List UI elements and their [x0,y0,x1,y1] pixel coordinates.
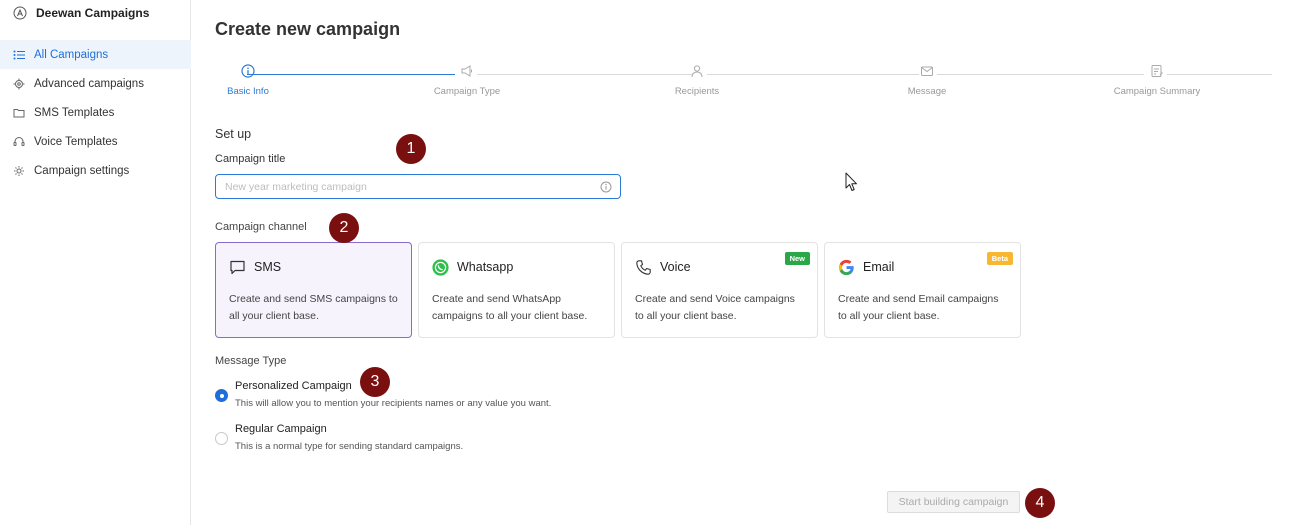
message-type-label: Message Type [215,355,287,367]
radio-description: This will allow you to mention your reci… [235,398,552,409]
campaign-channel-label: Campaign channel [215,221,307,233]
channel-card-voice[interactable]: Voice Create and send Voice campaigns to… [621,242,818,338]
channel-description: Create and send WhatsApp campaigns to al… [432,293,588,322]
folder-icon [13,108,25,117]
setup-heading: Set up [215,127,252,141]
campaign-title-label: Campaign title [215,153,286,165]
brand[interactable]: Deewan Campaigns [13,6,149,20]
channel-card-sms[interactable]: SMS Create and send SMS campaigns to all… [215,242,412,338]
channel-name: SMS [254,260,282,274]
app-logo-icon [13,6,27,20]
channel-description: Create and send Email campaigns to all y… [838,293,999,322]
step-label: Basic Info [227,86,269,97]
gear-icon [14,165,24,176]
annotation-marker: 1 [396,134,426,164]
page-title: Create new campaign [215,19,401,39]
annotation-marker: 3 [360,367,390,397]
mouse-cursor-icon [845,172,857,191]
user-icon [691,65,703,78]
sidebar-nav: All Campaigns Advanced campaigns SMS Tem… [0,40,191,185]
sidebar-item-campaign-settings[interactable]: Campaign settings [0,156,191,185]
new-badge: New [784,252,810,265]
step-label: Recipients [674,86,720,97]
campaign-title-input[interactable] [225,180,600,193]
chat-bubble-icon [230,260,245,274]
annotation-marker: 2 [329,213,359,243]
step-campaign-type[interactable]: Campaign Type [417,64,517,97]
step-label: Campaign Summary [1113,86,1201,97]
gear-sparkle-icon [13,78,25,89]
channel-cards: SMS Create and send SMS campaigns to all… [215,242,1021,338]
start-building-campaign-button[interactable]: Start building campaign [887,491,1020,513]
step-message[interactable]: Message [877,64,977,97]
channel-name: Whatsapp [457,260,514,274]
radio-button-checked[interactable] [215,389,228,402]
radio-description: This is a normal type for sending standa… [235,441,464,452]
step-recipients[interactable]: Recipients [647,64,747,97]
step-campaign-summary[interactable]: Campaign Summary [1107,64,1207,97]
sidebar: Deewan Campaigns All Campaigns Advanced … [0,0,191,525]
radio-title: Regular Campaign [235,423,327,435]
phone-icon [636,259,651,275]
google-icon [838,259,854,275]
info-icon [600,181,612,192]
sidebar-item-label: Campaign settings [34,164,130,177]
channel-card-email[interactable]: Email Create and send Email campaigns to… [824,242,1021,338]
megaphone-icon [461,65,472,77]
brand-name: Deewan Campaigns [36,6,150,20]
sidebar-item-label: Voice Templates [34,135,118,148]
channel-description: Create and send SMS campaigns to all you… [229,293,398,322]
stepper: Basic Info Campaign Type Recipients Mess… [215,60,1275,110]
list-icon [13,50,25,59]
info-icon [241,64,255,78]
sidebar-item-advanced-campaigns[interactable]: Advanced campaigns [0,69,191,98]
channel-description: Create and send Voice campaigns to all y… [635,293,795,322]
sidebar-item-label: All Campaigns [34,48,109,61]
headset-icon [13,136,25,146]
sidebar-item-sms-templates[interactable]: SMS Templates [0,98,191,127]
channel-card-whatsapp[interactable]: Whatsapp Create and send WhatsApp campai… [418,242,615,338]
beta-badge: Beta [986,252,1013,265]
channel-name: Email [863,260,895,274]
sidebar-item-label: SMS Templates [34,106,115,119]
radio-title: Personalized Campaign [235,380,352,392]
step-label: Campaign Type [433,86,501,97]
campaign-title-field[interactable] [215,174,621,199]
channel-name: Voice [660,260,691,274]
annotation-marker: 4 [1025,488,1055,518]
sidebar-item-voice-templates[interactable]: Voice Templates [0,127,191,156]
summary-icon [1151,65,1163,77]
step-label: Message [907,86,947,97]
envelope-icon [921,66,933,76]
step-basic-info[interactable]: Basic Info [198,64,298,97]
radio-regular-campaign[interactable]: Regular Campaign This is a normal type f… [215,423,463,452]
radio-button[interactable] [215,432,228,445]
whatsapp-icon [432,258,449,276]
sidebar-item-all-campaigns[interactable]: All Campaigns [0,40,191,69]
sidebar-item-label: Advanced campaigns [34,77,144,90]
